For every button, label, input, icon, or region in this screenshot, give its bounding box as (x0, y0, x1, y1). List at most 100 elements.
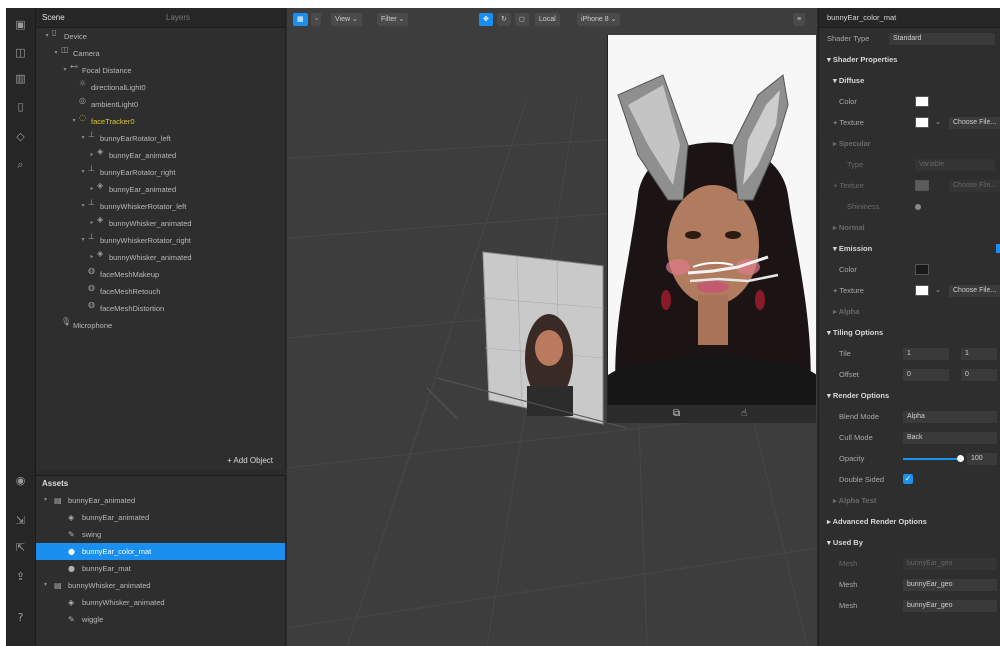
emission-color-swatch[interactable] (915, 264, 929, 275)
scene-tree-item[interactable]: ▾ ⊥ bunnyWhiskerRotator_right (36, 232, 285, 249)
expand-arrow-icon[interactable]: ▾ (44, 492, 47, 509)
diffuse-color-swatch[interactable] (915, 96, 929, 107)
layout-button[interactable]: ▫ (311, 13, 322, 26)
asset-list-item[interactable]: ✎ wiggle (36, 611, 285, 628)
opacity-slider-knob[interactable] (957, 455, 964, 462)
expand-arrow-icon[interactable]: ▾ (80, 130, 86, 147)
expand-arrow-icon[interactable]: ▾ (44, 577, 47, 594)
scene-tree-item[interactable]: ☼ directionalLight0 (36, 79, 285, 96)
emission-row[interactable]: ▾ Emission (819, 238, 1000, 259)
scene-tree-item[interactable]: ▾ ⊥ bunnyEarRotator_right (36, 164, 285, 181)
expand-arrow-icon[interactable]: ▾ (62, 62, 68, 79)
scene-tree-item[interactable]: ▸ ◈ bunnyWhisker_animated (36, 249, 285, 266)
advanced-render-options-row[interactable]: ▸ Advanced Render Options (819, 511, 1000, 532)
chevron-down-icon[interactable]: ⌄ (935, 112, 941, 133)
alpha-test-row[interactable]: ▸ Alpha Test (819, 490, 1000, 511)
specular-row[interactable]: ▸ Specular (819, 133, 1000, 154)
device-icon[interactable]: ▯ (14, 100, 27, 113)
tile-y-input[interactable]: 1 (961, 348, 997, 360)
simulator-preview[interactable] (607, 35, 816, 421)
search-icon[interactable]: ⌕ (14, 158, 27, 171)
asset-list-item[interactable]: ◈ bunnyEar_animated (36, 509, 285, 526)
device-dropdown[interactable]: iPhone 8 ⌄ (577, 13, 621, 26)
asset-list-item[interactable]: ● bunnyEar_mat (36, 560, 285, 577)
scene-tree-item[interactable]: ▾ ⊥ bunnyWhiskerRotator_left (36, 198, 285, 215)
chevron-down-icon[interactable]: ⌄ (935, 280, 941, 301)
expand-arrow-icon[interactable]: ▾ (80, 198, 86, 215)
upload-icon[interactable]: ⇪ (14, 570, 27, 583)
used-by-mesh-2[interactable]: bunnyEar_geo (903, 579, 997, 591)
scene-tree-item[interactable]: ◍ faceMeshRetouch (36, 283, 285, 300)
shader-type-select[interactable]: Standard (889, 33, 995, 45)
normal-row[interactable]: ▸ Normal (819, 217, 1000, 238)
tab-scene[interactable]: Scene (42, 13, 65, 22)
expand-arrow-icon[interactable]: ▸ (89, 249, 95, 266)
export-icon[interactable]: ⇱ (14, 541, 27, 554)
expand-arrow-icon[interactable]: ▾ (71, 113, 77, 130)
emission-toggle[interactable] (996, 244, 1000, 253)
tiling-options-row[interactable]: ▾ Tiling Options (819, 322, 1000, 343)
diffuse-row[interactable]: ▾ Diffuse (819, 70, 1000, 91)
diffuse-texture-swatch[interactable] (915, 117, 929, 128)
used-by-mesh-1[interactable]: bunnyEar_geo (903, 558, 997, 570)
expand-arrow-icon[interactable]: ▸ (89, 215, 95, 232)
scene-icon[interactable]: ▣ (14, 18, 27, 31)
help-icon[interactable]: ? (14, 611, 27, 624)
asset-list-item[interactable]: ◈ bunnyWhisker_animated (36, 594, 285, 611)
asset-list-item[interactable]: ✎ swing (36, 526, 285, 543)
scene-tree-item[interactable]: ▸ ◈ bunnyEar_animated (36, 147, 285, 164)
local-toggle[interactable]: Local (535, 13, 560, 26)
used-by-row[interactable]: ▾ Used By (819, 532, 1000, 553)
import-icon[interactable]: ⇲ (14, 514, 27, 527)
camera-icon[interactable]: ◫ (14, 46, 27, 59)
diffuse-choose-file-button[interactable]: Choose File... (949, 117, 1000, 129)
emission-texture-swatch[interactable] (915, 285, 929, 296)
grid-toggle-button[interactable]: ▦ (293, 13, 308, 26)
settings-icon[interactable]: ◉ (14, 474, 27, 487)
asset-list-item[interactable]: ▾ ▤ bunnyWhisker_animated (36, 577, 285, 594)
specular-choose-file-button[interactable]: Choose File... (949, 180, 1000, 192)
tile-x-input[interactable]: 1 (903, 348, 949, 360)
scene-tree-item[interactable]: ◍ faceMeshDistortion (36, 300, 285, 317)
expand-arrow-icon[interactable]: ▸ (89, 147, 95, 164)
alpha-row[interactable]: ▸ Alpha (819, 301, 1000, 322)
move-tool-button[interactable]: ✥ (479, 13, 493, 26)
scene-tree-item[interactable]: ▾ ◌ faceTracker0 (36, 113, 285, 130)
expand-arrow-icon[interactable]: ▾ (44, 28, 50, 45)
scene-tree-item[interactable]: ▸ ◈ bunnyEar_animated (36, 181, 285, 198)
scene-tree-item[interactable]: ▾ ⊥ bunnyEarRotator_left (36, 130, 285, 147)
add-object-button[interactable]: + Add Object (227, 452, 273, 470)
scale-tool-icon[interactable]: ◻ (515, 13, 529, 26)
asset-list-item[interactable]: ● bunnyEar_color_mat (36, 543, 285, 560)
scene-tree-item[interactable]: ▾ ▯ Device (36, 28, 285, 45)
rotate-tool-icon[interactable]: ↻ (497, 13, 511, 26)
patch-editor-icon[interactable]: ◇ (14, 130, 27, 143)
touch-icon[interactable]: ☝ (741, 408, 747, 419)
cull-mode-select[interactable]: Back (903, 432, 997, 444)
offset-x-input[interactable]: 0 (903, 369, 949, 381)
opacity-slider[interactable] (903, 458, 959, 460)
scene-tree-item[interactable]: ▸ ◈ bunnyWhisker_animated (36, 215, 285, 232)
expand-arrow-icon[interactable]: ▸ (89, 181, 95, 198)
emission-choose-file-button[interactable]: Choose File... (949, 285, 1000, 297)
used-by-mesh-3[interactable]: bunnyEar_geo (903, 600, 997, 612)
camera-switch-icon[interactable]: ⧉ (673, 408, 680, 419)
expand-arrow-icon[interactable]: ▾ (80, 232, 86, 249)
offset-y-input[interactable]: 0 (961, 369, 997, 381)
specular-type-select[interactable]: Variable (915, 159, 995, 171)
asset-list-item[interactable]: ▾ ▤ bunnyEar_animated (36, 492, 285, 509)
scene-tree-item[interactable]: ▾ ◫ Camera (36, 45, 285, 62)
layers-icon[interactable]: ▥ (14, 72, 27, 85)
scene-tree-item[interactable]: ◎ ambientLight0 (36, 96, 285, 113)
viewport[interactable]: ▦ ▫ View ⌄ Filter ⌄ ✥ ↻ ◻ Local iPhone 8… (287, 8, 817, 646)
menu-icon[interactable]: ≡ (793, 13, 806, 26)
view-dropdown[interactable]: View ⌄ (331, 13, 362, 26)
expand-arrow-icon[interactable]: ▾ (53, 45, 59, 62)
render-options-row[interactable]: ▾ Render Options (819, 385, 1000, 406)
scene-tree-item[interactable]: ◍ faceMeshMakeup (36, 266, 285, 283)
scene-tree-item[interactable]: ▾ ⊷ Focal Distance (36, 62, 285, 79)
double-sided-checkbox[interactable]: ✓ (903, 474, 913, 484)
scene-tree-item[interactable]: 🎙 Microphone (36, 317, 285, 334)
blend-mode-select[interactable]: Alpha (903, 411, 997, 423)
opacity-input[interactable]: 100 (967, 453, 997, 465)
